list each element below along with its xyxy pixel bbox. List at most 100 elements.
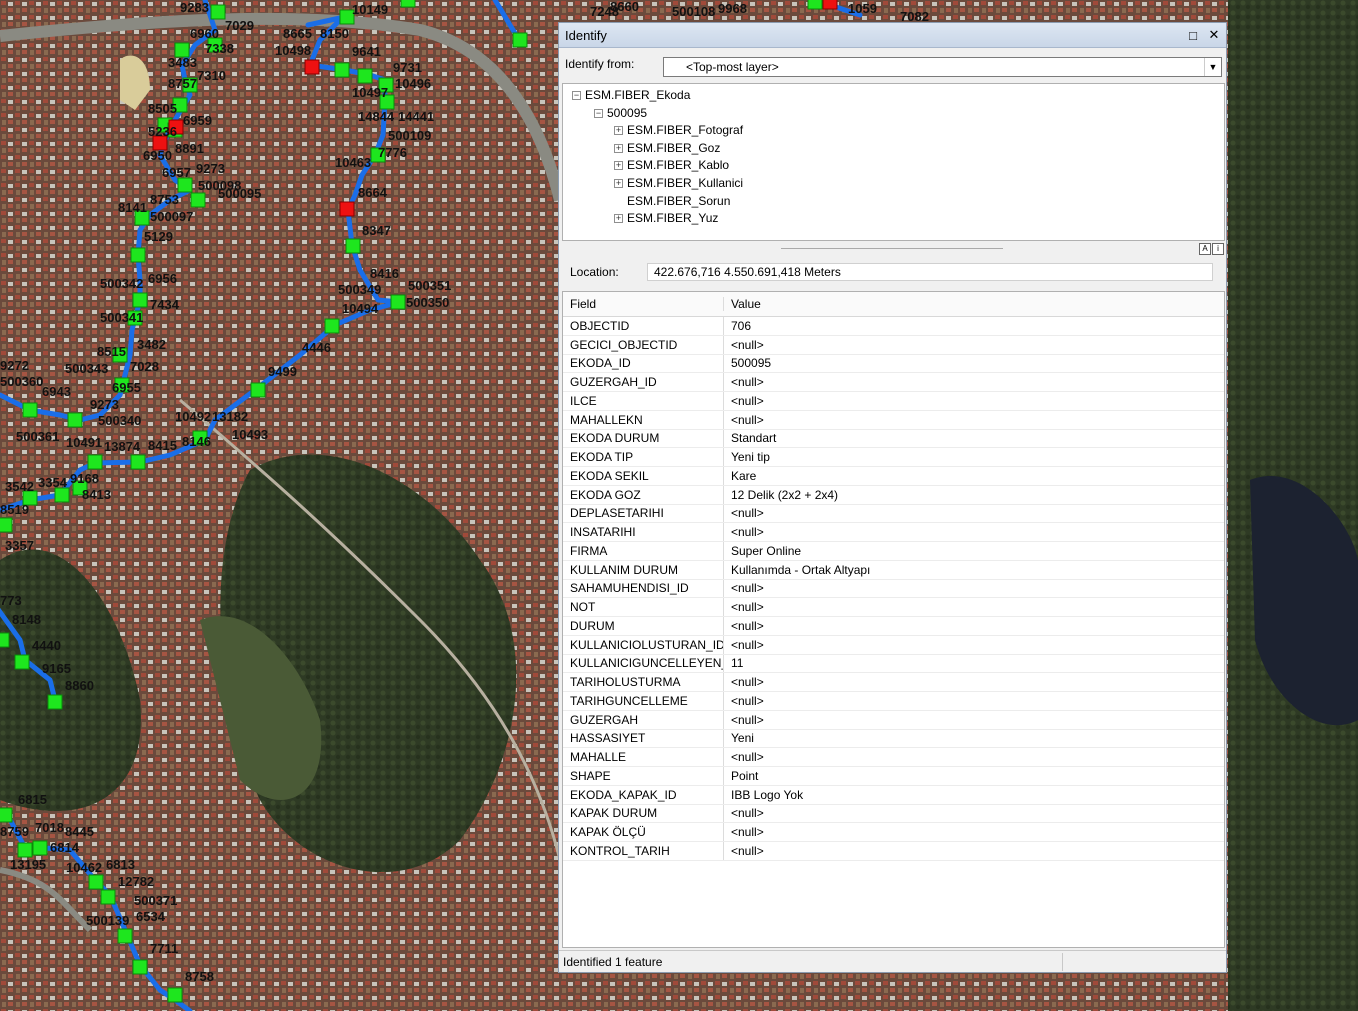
table-row[interactable]: EKODA_ID 500095 bbox=[563, 354, 1224, 374]
ekoda-node[interactable] bbox=[117, 928, 133, 944]
field-value[interactable]: Super Online bbox=[724, 542, 1224, 560]
ekoda-node[interactable] bbox=[250, 382, 266, 398]
field-value[interactable]: <null> bbox=[724, 805, 1224, 823]
expand-icon[interactable]: + bbox=[614, 160, 623, 170]
field-value[interactable]: <null> bbox=[724, 823, 1224, 841]
field-value[interactable]: <null> bbox=[724, 523, 1224, 541]
attribute-table[interactable]: Field Value OBJECTID 706 GECICI_OBJECTID <n… bbox=[562, 291, 1225, 948]
maximize-icon[interactable]: □ bbox=[1184, 26, 1202, 44]
ekoda-node-alert[interactable] bbox=[339, 201, 355, 217]
pane-splitter[interactable] bbox=[781, 248, 1003, 249]
table-row[interactable]: HASSASIYET Yeni bbox=[563, 729, 1224, 749]
field-value[interactable]: <null> bbox=[724, 411, 1224, 429]
expand-icon[interactable]: + bbox=[614, 178, 623, 188]
ekoda-node[interactable] bbox=[67, 412, 83, 428]
table-row[interactable]: EKODA DURUM Standart bbox=[563, 429, 1224, 449]
ekoda-node-alert[interactable] bbox=[822, 0, 838, 10]
ekoda-node[interactable] bbox=[177, 177, 193, 193]
ekoda-node[interactable] bbox=[334, 62, 350, 78]
collapse-icon[interactable]: − bbox=[572, 90, 581, 100]
ekoda-node[interactable] bbox=[390, 294, 406, 310]
ekoda-node[interactable] bbox=[87, 454, 103, 470]
field-value[interactable]: <null> bbox=[724, 598, 1224, 616]
table-row[interactable]: TARIHGUNCELLEME <null> bbox=[563, 692, 1224, 711]
table-row[interactable]: GUZERGAH_ID <null> bbox=[563, 373, 1224, 392]
table-row[interactable]: KAPAK ÖLÇÜ <null> bbox=[563, 823, 1224, 842]
table-row[interactable]: GECICI_OBJECTID <null> bbox=[563, 335, 1224, 355]
expand-icon[interactable]: + bbox=[614, 213, 623, 223]
table-row[interactable]: KULLANICIGUNCELLEYEN_ID 11 bbox=[563, 654, 1224, 674]
table-row[interactable]: EKODA GOZ 12 Delik (2x2 + 2x4) bbox=[563, 485, 1224, 505]
field-value[interactable]: <null> bbox=[724, 392, 1224, 410]
tree-node-related[interactable]: + ESM.FIBER_Kablo bbox=[614, 157, 729, 173]
ekoda-node[interactable] bbox=[0, 632, 10, 648]
identify-from-dropdown[interactable]: <Top-most layer> ▼ bbox=[663, 57, 1222, 77]
column-header-field[interactable]: Field bbox=[563, 297, 724, 311]
expand-icon[interactable]: + bbox=[614, 143, 623, 153]
field-value[interactable]: <null> bbox=[724, 692, 1224, 710]
field-value[interactable]: <null> bbox=[724, 580, 1224, 598]
ekoda-node-alert[interactable] bbox=[304, 59, 320, 75]
ekoda-node[interactable] bbox=[357, 68, 373, 84]
ekoda-node[interactable] bbox=[14, 654, 30, 670]
tree-node-related[interactable]: ESM.FIBER_Sorun bbox=[614, 193, 730, 209]
tree-node-related[interactable]: + ESM.FIBER_Goz bbox=[614, 140, 720, 156]
field-value[interactable]: <null> bbox=[724, 673, 1224, 691]
window-titlebar[interactable]: Identify □ ✕ bbox=[559, 23, 1226, 48]
ekoda-node[interactable] bbox=[47, 694, 63, 710]
table-row[interactable]: ILCE <null> bbox=[563, 392, 1224, 411]
table-row[interactable]: MAHALLE <null> bbox=[563, 748, 1224, 767]
ekoda-node[interactable] bbox=[17, 842, 33, 858]
ekoda-node[interactable] bbox=[807, 0, 823, 10]
tree-node-feature[interactable]: − 500095 bbox=[594, 105, 648, 121]
table-row[interactable]: TARIHOLUSTURMA <null> bbox=[563, 673, 1224, 692]
tree-node-related[interactable]: + ESM.FIBER_Kullanici bbox=[614, 175, 743, 191]
ekoda-node[interactable] bbox=[0, 807, 13, 823]
field-value[interactable]: <null> bbox=[724, 505, 1224, 523]
field-value[interactable]: Standart bbox=[724, 430, 1224, 448]
table-row[interactable]: GUZERGAH <null> bbox=[563, 710, 1224, 730]
ekoda-node[interactable] bbox=[167, 987, 183, 1003]
table-row[interactable]: EKODA_KAPAK_ID IBB Logo Yok bbox=[563, 785, 1224, 805]
ekoda-node[interactable] bbox=[210, 4, 226, 20]
ekoda-node[interactable] bbox=[132, 959, 148, 975]
ekoda-node[interactable] bbox=[400, 0, 416, 8]
field-value[interactable]: 11 bbox=[724, 655, 1224, 673]
table-row[interactable]: SAHAMUHENDISI_ID <null> bbox=[563, 579, 1224, 599]
chevron-down-icon[interactable]: ▼ bbox=[1204, 58, 1221, 76]
table-row[interactable]: MAHALLEKN <null> bbox=[563, 410, 1224, 430]
field-value[interactable]: Kullanımda - Ortak Altyapı bbox=[724, 561, 1224, 579]
identify-window[interactable]: Identify □ ✕ Identify from: <Top-most la… bbox=[558, 22, 1227, 973]
ekoda-node[interactable] bbox=[130, 454, 146, 470]
field-value[interactable]: <null> bbox=[724, 336, 1224, 354]
table-row[interactable]: EKODA SEKIL Kare bbox=[563, 467, 1224, 486]
table-row[interactable]: KULLANIM DURUM Kullanımda - Ortak Altyapı bbox=[563, 560, 1224, 580]
field-value[interactable]: <null> bbox=[724, 373, 1224, 391]
ekoda-node[interactable] bbox=[345, 238, 361, 254]
ekoda-node[interactable] bbox=[22, 402, 38, 418]
table-row[interactable]: INSATARIHI <null> bbox=[563, 523, 1224, 542]
ekoda-node[interactable] bbox=[32, 840, 48, 856]
field-value[interactable]: <null> bbox=[724, 842, 1224, 860]
ekoda-node[interactable] bbox=[190, 192, 206, 208]
expand-icon[interactable]: + bbox=[614, 125, 623, 135]
table-row[interactable]: DURUM <null> bbox=[563, 617, 1224, 636]
field-value[interactable]: Kare bbox=[724, 467, 1224, 485]
ekoda-node[interactable] bbox=[54, 487, 70, 503]
field-value[interactable]: <null> bbox=[724, 711, 1224, 729]
field-value[interactable]: <null> bbox=[724, 748, 1224, 766]
table-row[interactable]: KULLANICIOLUSTURAN_ID <null> bbox=[563, 635, 1224, 655]
table-row[interactable]: KONTROL_TARIH <null> bbox=[563, 842, 1224, 861]
field-value[interactable]: Yeni tip bbox=[724, 448, 1224, 466]
sort-order-icon[interactable]: i bbox=[1212, 243, 1224, 255]
tree-node-layer[interactable]: − ESM.FIBER_Ekoda bbox=[572, 87, 690, 103]
tree-node-related[interactable]: + ESM.FIBER_Yuz bbox=[614, 210, 718, 226]
field-value[interactable]: 706 bbox=[724, 317, 1224, 335]
location-value[interactable]: 422.676,716 4.550.691,418 Meters bbox=[647, 263, 1213, 281]
table-row[interactable]: EKODA TIP Yeni tip bbox=[563, 448, 1224, 467]
table-row[interactable]: NOT <null> bbox=[563, 598, 1224, 617]
field-value[interactable]: Point bbox=[724, 767, 1224, 785]
ekoda-node[interactable] bbox=[100, 889, 116, 905]
ekoda-node[interactable] bbox=[512, 32, 528, 48]
close-icon[interactable]: ✕ bbox=[1205, 26, 1223, 44]
